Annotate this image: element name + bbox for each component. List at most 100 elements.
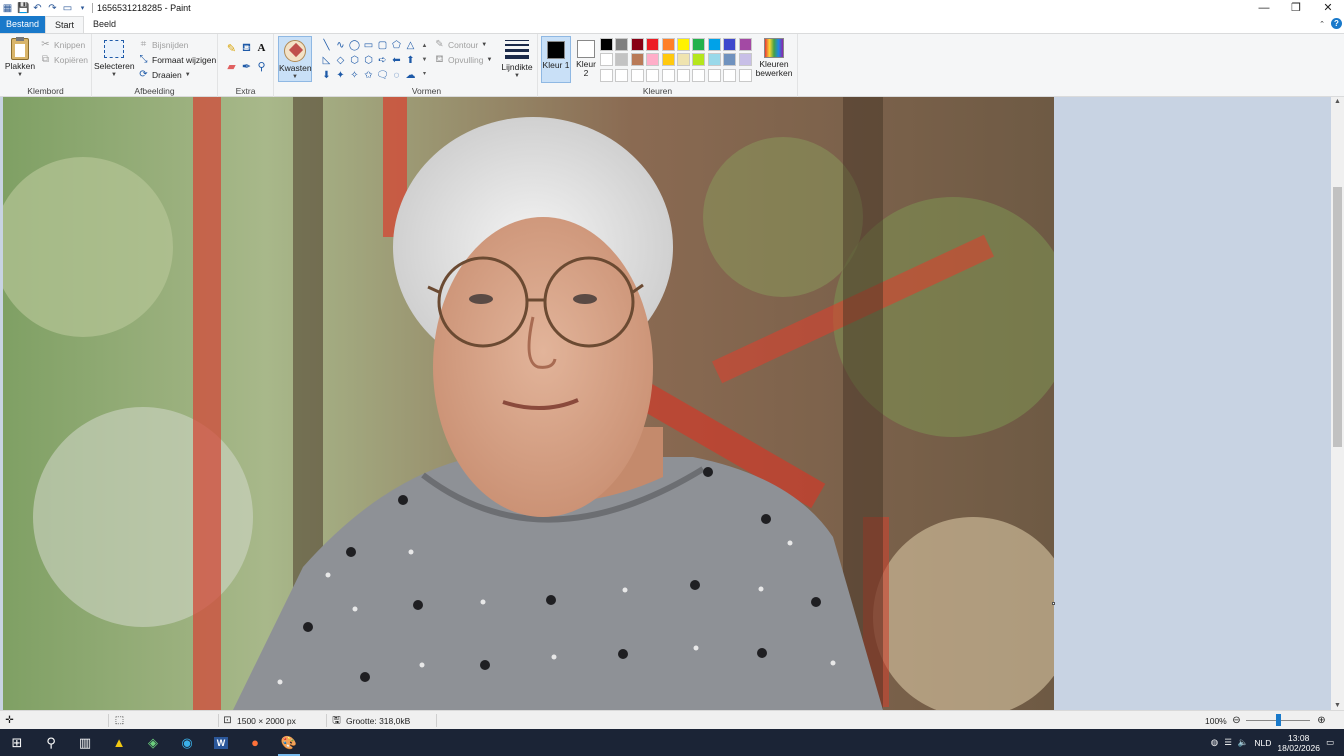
- color-swatch[interactable]: [692, 38, 706, 51]
- shape-triangle-icon[interactable]: △: [404, 39, 417, 53]
- save-icon[interactable]: 💾: [17, 3, 29, 14]
- zoom-slider-thumb[interactable]: [1276, 714, 1281, 726]
- volume-icon[interactable]: 🔈: [1238, 737, 1249, 748]
- tab-file[interactable]: Bestand: [0, 16, 46, 33]
- redo-icon[interactable]: ↷: [47, 3, 58, 14]
- color-swatch[interactable]: [692, 68, 706, 82]
- color-swatch[interactable]: [723, 68, 737, 82]
- rotate-button[interactable]: ⟳ Draaien ▼: [138, 69, 190, 80]
- paste-button[interactable]: Plakken ▼: [4, 37, 36, 80]
- color-swatch[interactable]: [676, 38, 690, 51]
- warning-app-icon[interactable]: ▲: [102, 729, 136, 756]
- brushes-button[interactable]: Kwasten ▼: [278, 36, 312, 82]
- fill-bucket-icon[interactable]: ⛾: [239, 42, 254, 60]
- color-swatch[interactable]: [615, 68, 629, 82]
- color-swatch[interactable]: [676, 68, 690, 82]
- shapes-scroll[interactable]: ▲ ▼ ▾: [421, 39, 428, 81]
- shape-diamond-icon[interactable]: ◇: [334, 54, 347, 68]
- color-swatch[interactable]: [615, 53, 629, 67]
- canvas-area[interactable]: [0, 97, 1331, 710]
- text-icon[interactable]: A: [254, 42, 269, 60]
- paste-dropdown-icon[interactable]: ▼: [4, 71, 36, 80]
- color-swatch[interactable]: [661, 68, 675, 82]
- word-icon[interactable]: W: [204, 729, 238, 756]
- task-view-icon[interactable]: ▥: [68, 729, 102, 756]
- undo-icon[interactable]: ↶: [32, 3, 43, 14]
- close-button[interactable]: ✕: [1312, 0, 1344, 16]
- eraser-icon[interactable]: ▰: [224, 60, 239, 78]
- shape-curve-icon[interactable]: ∿: [334, 39, 347, 53]
- language-indicator[interactable]: NLD: [1254, 738, 1271, 748]
- edge-icon[interactable]: ◉: [170, 729, 204, 756]
- color-swatch[interactable]: [692, 53, 706, 67]
- color-swatch[interactable]: [723, 53, 737, 67]
- select-dropdown-icon[interactable]: ▼: [94, 71, 134, 80]
- restore-button[interactable]: ❐: [1280, 0, 1312, 16]
- shape-star5-icon[interactable]: ✧: [348, 69, 361, 83]
- scroll-thumb[interactable]: [1333, 187, 1342, 447]
- color-swatch[interactable]: [707, 38, 721, 51]
- pencil-icon[interactable]: ✎: [224, 42, 239, 60]
- notifications-icon[interactable]: ▭: [1326, 737, 1334, 748]
- shape-line-icon[interactable]: ╲: [320, 39, 333, 53]
- color-swatch[interactable]: [646, 53, 660, 67]
- color-swatch[interactable]: [738, 38, 752, 51]
- color-swatch[interactable]: [738, 53, 752, 67]
- canvas-resize-handle[interactable]: [1052, 602, 1055, 605]
- magnifier-icon[interactable]: ⚲: [254, 60, 269, 78]
- outline-button[interactable]: ✎ Contour ▼: [434, 39, 487, 50]
- line-width-button[interactable]: Lijndikte ▼: [499, 38, 535, 81]
- color-swatch[interactable]: [600, 53, 613, 67]
- copy-button[interactable]: ⧉ Kopiëren: [40, 54, 88, 65]
- color-swatch[interactable]: [646, 68, 660, 82]
- shape-cloud-callout-icon[interactable]: ☁: [404, 69, 417, 83]
- paint-icon[interactable]: 🎨: [272, 729, 306, 756]
- shape-pentagon-icon[interactable]: ⬡: [348, 54, 361, 68]
- color-swatch[interactable]: [600, 38, 613, 51]
- color-swatch[interactable]: [661, 38, 675, 51]
- customize-dropdown-icon[interactable]: ▾: [77, 3, 88, 14]
- shape-star4-icon[interactable]: ✦: [334, 69, 347, 83]
- fill-button[interactable]: ⛾ Opvulling ▼: [434, 54, 492, 65]
- zoom-in-button[interactable]: ⊕: [1316, 711, 1327, 730]
- shape-polygon-icon[interactable]: ⬠: [390, 39, 403, 53]
- zoom-out-button[interactable]: ⊖: [1231, 711, 1242, 730]
- network-icon[interactable]: ◍: [1211, 737, 1218, 748]
- color-swatch[interactable]: [723, 38, 737, 51]
- color-swatch[interactable]: [738, 68, 752, 82]
- color-swatch[interactable]: [600, 68, 613, 82]
- color-picker-icon[interactable]: ✒: [239, 60, 254, 78]
- scroll-up-arrow[interactable]: ▲: [1331, 98, 1344, 105]
- shape-right-triangle-icon[interactable]: ◺: [320, 54, 333, 68]
- edit-colors-button[interactable]: Kleuren bewerken: [754, 38, 794, 78]
- print-icon[interactable]: ▭: [62, 3, 73, 14]
- windows-start-icon[interactable]: ⊞: [0, 729, 34, 756]
- canvas-image[interactable]: [3, 97, 1054, 710]
- resize-button[interactable]: ⤡ Formaat wijzigen: [138, 54, 217, 65]
- cut-button[interactable]: ✂ Knippen: [40, 39, 85, 50]
- color-swatch[interactable]: [615, 38, 629, 51]
- color-swatch[interactable]: [661, 53, 675, 67]
- shape-arrow-up-icon[interactable]: ⬆: [404, 54, 417, 68]
- select-button[interactable]: Selecteren ▼: [94, 38, 135, 80]
- wifi-icon[interactable]: ☰: [1224, 737, 1232, 748]
- shape-oval-callout-icon[interactable]: ◌: [390, 69, 403, 83]
- color-swatch[interactable]: [646, 38, 660, 51]
- shape-hexagon-icon[interactable]: ⬡: [362, 54, 375, 68]
- shape-star6-icon[interactable]: ✩: [362, 69, 375, 83]
- color-swatch[interactable]: [630, 53, 644, 67]
- scroll-down-arrow[interactable]: ▼: [1331, 702, 1344, 709]
- search-icon[interactable]: ⚲: [34, 729, 68, 756]
- paint-app-icon[interactable]: ▦: [2, 3, 13, 14]
- firefox-icon[interactable]: ●: [238, 729, 272, 756]
- collapse-ribbon-icon[interactable]: ⌃: [1319, 20, 1325, 28]
- shape-arrow-left-icon[interactable]: ⬅: [390, 54, 403, 68]
- shape-oval-icon[interactable]: ◯: [348, 39, 361, 53]
- crop-button[interactable]: ⌗ Bijsnijden: [138, 39, 189, 50]
- clock[interactable]: 13:08 18/02/2026: [1277, 733, 1320, 753]
- color-swatch[interactable]: [707, 53, 721, 67]
- shape-arrow-down-icon[interactable]: ⬇: [320, 69, 333, 83]
- help-icon[interactable]: ?: [1331, 18, 1342, 29]
- shape-arrow-right-icon[interactable]: ➪: [376, 54, 389, 68]
- green-app-icon[interactable]: ◈: [136, 729, 170, 756]
